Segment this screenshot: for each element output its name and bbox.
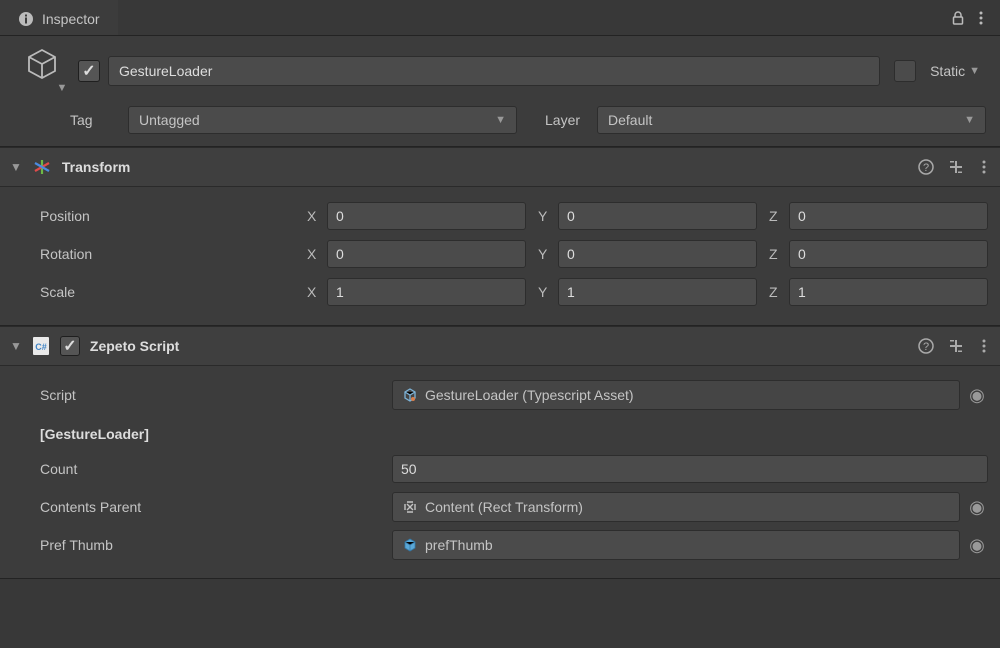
info-icon: [18, 11, 34, 27]
tab-bar: Inspector: [0, 0, 1000, 36]
z-label: Z: [769, 208, 783, 224]
help-icon[interactable]: ?: [918, 159, 934, 175]
layer-label: Layer: [527, 112, 587, 128]
layer-dropdown[interactable]: Default ▼: [597, 106, 986, 134]
count-input[interactable]: [392, 455, 988, 483]
script-file-icon: C#: [32, 336, 50, 356]
count-row: Count: [12, 450, 988, 488]
active-checkbox[interactable]: [78, 60, 100, 82]
pref-thumb-value: prefThumb: [425, 537, 493, 553]
zepeto-header[interactable]: ▼ C# Zepeto Script ?: [0, 326, 1000, 366]
script-value: GestureLoader (Typescript Asset): [425, 387, 634, 403]
scale-z-input[interactable]: [789, 278, 988, 306]
pref-thumb-field[interactable]: prefThumb: [392, 530, 960, 560]
x-label: X: [307, 208, 321, 224]
component-enabled-checkbox[interactable]: [60, 336, 80, 356]
pref-thumb-label: Pref Thumb: [12, 537, 382, 553]
y-label: Y: [538, 246, 552, 262]
pref-thumb-row: Pref Thumb prefThumb ◉: [12, 526, 988, 564]
object-picker-icon[interactable]: ◉: [966, 497, 988, 518]
tag-label: Tag: [70, 112, 118, 128]
zepeto-title: Zepeto Script: [90, 338, 179, 354]
position-y-input[interactable]: [558, 202, 757, 230]
prefab-icon: [403, 538, 417, 552]
z-label: Z: [769, 246, 783, 262]
tag-value: Untagged: [139, 112, 200, 128]
chevron-down-icon: ▼: [495, 114, 506, 126]
rect-transform-icon: [403, 500, 417, 514]
count-label: Count: [12, 461, 382, 477]
inspector-tab[interactable]: Inspector: [0, 0, 118, 35]
kebab-icon[interactable]: [978, 159, 990, 175]
svg-text:C#: C#: [35, 342, 47, 352]
z-label: Z: [769, 284, 783, 300]
contents-parent-label: Contents Parent: [12, 499, 382, 515]
contents-parent-row: Contents Parent Content (Rect Transform)…: [12, 488, 988, 526]
rotation-x-input[interactable]: [327, 240, 526, 268]
gameobject-cube-icon[interactable]: [24, 46, 60, 82]
transform-header[interactable]: ▼ Transform ?: [0, 147, 1000, 187]
lock-icon[interactable]: [950, 10, 966, 26]
x-label: X: [307, 284, 321, 300]
object-picker-icon[interactable]: ◉: [966, 385, 988, 406]
scale-y-input[interactable]: [558, 278, 757, 306]
position-x-input[interactable]: [327, 202, 526, 230]
inspector-tab-label: Inspector: [42, 11, 100, 27]
static-checkbox[interactable]: [894, 60, 916, 82]
rotation-label: Rotation: [12, 246, 297, 262]
transform-body: Position X Y Z Rotation X Y Z Scale X Y …: [0, 187, 1000, 326]
x-label: X: [307, 246, 321, 262]
kebab-icon[interactable]: [978, 338, 990, 354]
icon-dropdown[interactable]: ▼: [57, 82, 68, 94]
tag-dropdown[interactable]: Untagged ▼: [128, 106, 517, 134]
svg-text:?: ?: [923, 162, 929, 174]
svg-text:?: ?: [923, 341, 929, 353]
scale-x-input[interactable]: [327, 278, 526, 306]
foldout-icon[interactable]: ▼: [10, 160, 22, 174]
contents-parent-field[interactable]: Content (Rect Transform): [392, 492, 960, 522]
foldout-icon[interactable]: ▼: [10, 339, 22, 353]
position-row: Position X Y Z: [12, 197, 988, 235]
transform-icon: [32, 157, 52, 177]
preset-icon[interactable]: [948, 338, 964, 354]
static-dropdown[interactable]: Static ▼: [924, 63, 986, 79]
scale-row: Scale X Y Z: [12, 273, 988, 311]
static-label-text: Static: [930, 63, 965, 79]
tab-right-controls: [950, 10, 1000, 26]
zepeto-body: Script GestureLoader (Typescript Asset) …: [0, 366, 1000, 579]
rotation-y-input[interactable]: [558, 240, 757, 268]
transform-title: Transform: [62, 159, 130, 175]
y-label: Y: [538, 208, 552, 224]
scale-label: Scale: [12, 284, 297, 300]
chevron-down-icon: ▼: [969, 65, 980, 77]
gameobject-name-input[interactable]: [108, 56, 880, 86]
script-object-field[interactable]: GestureLoader (Typescript Asset): [392, 380, 960, 410]
object-picker-icon[interactable]: ◉: [966, 535, 988, 556]
ts-asset-icon: [403, 388, 417, 402]
chevron-down-icon: ▼: [964, 114, 975, 126]
rotation-row: Rotation X Y Z: [12, 235, 988, 273]
kebab-icon[interactable]: [974, 10, 988, 26]
position-z-input[interactable]: [789, 202, 988, 230]
contents-parent-value: Content (Rect Transform): [425, 499, 583, 515]
position-label: Position: [12, 208, 297, 224]
rotation-z-input[interactable]: [789, 240, 988, 268]
script-class-section: [GestureLoader]: [12, 414, 988, 450]
preset-icon[interactable]: [948, 159, 964, 175]
script-row: Script GestureLoader (Typescript Asset) …: [12, 376, 988, 414]
script-label: Script: [12, 387, 382, 403]
layer-value: Default: [608, 112, 652, 128]
y-label: Y: [538, 284, 552, 300]
help-icon[interactable]: ?: [918, 338, 934, 354]
gameobject-header: ▼ Static ▼ Tag Untagged ▼ Layer Default …: [0, 36, 1000, 147]
